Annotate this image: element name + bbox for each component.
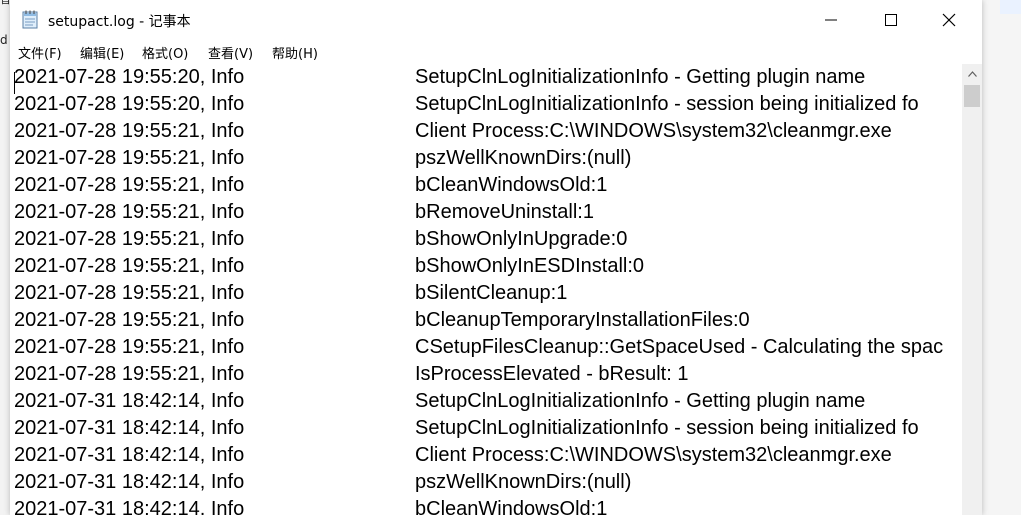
menu-file[interactable]: 文件(F) [18,43,62,62]
text-line: 2021-07-31 18:42:14, Info bCleanWindowsO… [14,496,958,515]
line-timestamp: 2021-07-31 18:42:14, Info [14,390,245,412]
line-message: bCleanWindowsOld:1 [415,498,608,515]
text-line: 2021-07-28 19:55:21, Info bShowOnlyInESD… [14,253,958,280]
line-timestamp: 2021-07-28 19:55:21, Info [14,120,245,142]
desktop-background-left [0,0,10,515]
text-line: 2021-07-28 19:55:21, Info bSilentCleanup… [14,280,958,307]
line-timestamp: 2021-07-28 19:55:21, Info [14,255,245,277]
line-timestamp: 2021-07-28 19:55:21, Info [14,201,245,223]
vertical-scrollbar[interactable] [962,64,982,515]
line-message: bRemoveUninstall:1 [415,201,594,223]
line-timestamp: 2021-07-28 19:55:21, Info [14,174,245,196]
notepad-window: setupact.log - 记事本 文件(F) 编辑(E) 格式(O) 查看(… [10,0,982,515]
line-message: bShowOnlyInUpgrade:0 [415,228,628,250]
line-message: IsProcessElevated - bResult: 1 [415,363,689,385]
close-icon [942,13,956,27]
scroll-thumb[interactable] [964,85,980,107]
text-line: 2021-07-28 19:55:21, Info bRemoveUninsta… [14,199,958,226]
line-message: SetupClnLogInitializationInfo - Getting … [415,390,866,412]
text-line: 2021-07-28 19:55:21, Info CSetupFilesCle… [14,334,958,361]
title-bar[interactable]: setupact.log - 记事本 [10,0,982,40]
line-timestamp: 2021-07-31 18:42:14, Info [14,417,245,439]
text-line: 2021-07-28 19:55:21, Info bCleanWindowsO… [14,172,958,199]
text-line: 2021-07-31 18:42:14, Info pszWellKnownDi… [14,469,958,496]
text-editor[interactable]: 2021-07-28 19:55:20, Info SetupClnLogIni… [10,64,962,515]
menu-format[interactable]: 格式(O) [142,43,188,62]
line-timestamp: 2021-07-31 18:42:14, Info [14,471,245,493]
line-timestamp: 2021-07-28 19:55:21, Info [14,336,245,358]
line-message: Client Process:C:\WINDOWS\system32\clean… [415,444,892,466]
line-message: Client Process:C:\WINDOWS\system32\clean… [415,120,892,142]
line-message: bShowOnlyInESDInstall:0 [415,255,645,277]
text-line: 2021-07-31 18:42:14, Info Client Process… [14,442,958,469]
close-button[interactable] [920,0,978,40]
line-timestamp: 2021-07-28 19:55:21, Info [14,363,245,385]
background-window-fragment: d [0,33,8,47]
text-line: 2021-07-28 19:55:21, Info bCleanupTempor… [14,307,958,334]
minimize-button[interactable] [802,0,860,40]
line-timestamp: 2021-07-31 18:42:14, Info [14,444,245,466]
line-message: SetupClnLogInitializationInfo - session … [415,417,919,439]
line-message: bSilentCleanup:1 [415,282,568,304]
maximize-button[interactable] [862,0,920,40]
line-message: bCleanupTemporaryInstallationFiles:0 [415,309,750,331]
line-timestamp: 2021-07-28 19:55:21, Info [14,147,245,169]
text-line: 2021-07-28 19:55:21, Info Client Process… [14,118,958,145]
line-timestamp: 2021-07-28 19:55:20, Info [14,66,245,88]
line-message: pszWellKnownDirs:(null) [415,471,632,493]
text-line: 2021-07-31 18:42:14, Info SetupClnLogIni… [14,388,958,415]
menu-edit[interactable]: 编辑(E) [80,43,124,62]
menu-view[interactable]: 查看(V) [208,43,253,62]
maximize-icon [885,14,897,26]
line-message: bCleanWindowsOld:1 [415,174,608,196]
chevron-up-icon [967,71,977,77]
line-timestamp: 2021-07-28 19:55:21, Info [14,309,245,331]
menu-help[interactable]: 帮助(H) [272,43,318,62]
line-message: CSetupFilesCleanup::GetSpaceUsed - Calcu… [415,336,944,358]
minimize-icon [825,19,837,21]
window-title: setupact.log - 记事本 [48,14,191,30]
text-line: 2021-07-28 19:55:20, Info SetupClnLogIni… [14,64,958,91]
text-line: 2021-07-28 19:55:21, Info IsProcessEleva… [14,361,958,388]
menu-bar: 文件(F) 编辑(E) 格式(O) 查看(V) 帮助(H) [10,40,982,64]
text-line: 2021-07-28 19:55:21, Info bShowOnlyInUpg… [14,226,958,253]
line-timestamp: 2021-07-28 19:55:21, Info [14,228,245,250]
text-line: 2021-07-28 19:55:20, Info SetupClnLogIni… [14,91,958,118]
text-line: 2021-07-28 19:55:21, Info pszWellKnownDi… [14,145,958,172]
line-timestamp: 2021-07-28 19:55:20, Info [14,93,245,115]
line-timestamp: 2021-07-28 19:55:21, Info [14,282,245,304]
text-line: 2021-07-31 18:42:14, Info SetupClnLogIni… [14,415,958,442]
line-timestamp: 2021-07-31 18:42:14, Info [14,498,245,515]
line-message: SetupClnLogInitializationInfo - session … [415,93,919,115]
line-message: pszWellKnownDirs:(null) [415,147,632,169]
line-message: SetupClnLogInitializationInfo - Getting … [415,66,866,88]
scroll-up-button[interactable] [962,64,982,84]
background-window-strip [1000,0,1021,14]
desktop-background-right [982,0,1021,515]
notepad-icon[interactable] [22,10,39,29]
